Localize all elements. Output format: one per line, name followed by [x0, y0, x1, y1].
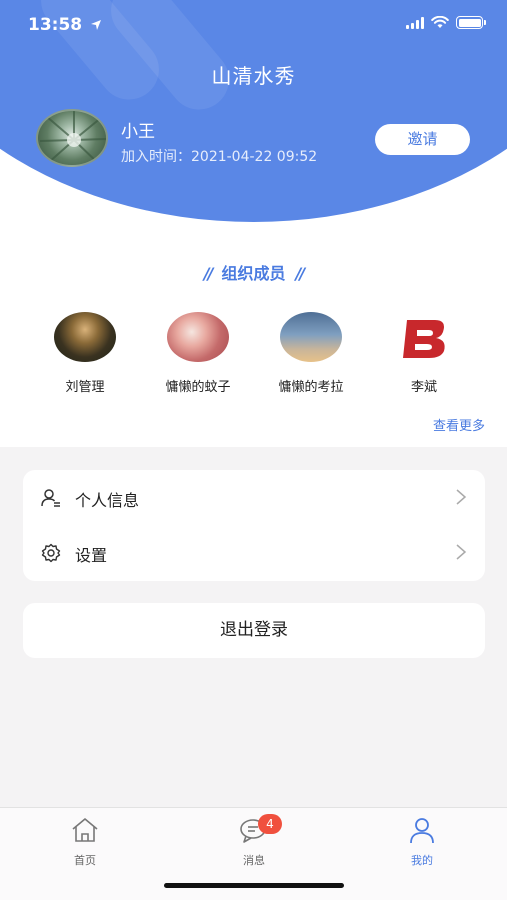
page-title: 山清水秀 — [211, 64, 296, 88]
member-item[interactable]: 慵懒的考拉 — [256, 312, 366, 395]
tab-label: 消息 — [243, 854, 265, 867]
menu-item-personal-info[interactable]: 个人信息 — [23, 470, 485, 525]
member-avatar — [54, 312, 116, 362]
tab-label: 我的 — [411, 854, 433, 867]
profile-name: 小王 — [121, 122, 155, 142]
wifi-icon — [431, 16, 449, 28]
battery-icon — [456, 16, 486, 29]
see-more-link[interactable]: 查看更多 — [433, 415, 485, 434]
invite-button[interactable]: 邀请 — [375, 124, 470, 155]
status-bar: 13:58 — [0, 0, 507, 52]
member-name: 慵懒的蚊子 — [165, 380, 231, 395]
location-arrow-icon — [91, 20, 102, 30]
member-item[interactable]: 刘管理 — [30, 312, 140, 395]
tab-label: 首页 — [74, 854, 96, 867]
menu-item-label: 个人信息 — [75, 491, 140, 510]
menu-item-settings[interactable]: 设置 — [23, 525, 485, 580]
slash-decoration-icon: // — [203, 264, 214, 283]
profile-avatar[interactable] — [36, 109, 108, 167]
member-avatar — [393, 312, 455, 362]
menu-card: 个人信息 设置 — [23, 470, 485, 581]
member-item[interactable]: 慵懒的蚊子 — [143, 312, 253, 395]
member-avatar — [167, 312, 229, 362]
status-time: 13:58 — [28, 15, 102, 35]
home-icon — [72, 818, 98, 842]
member-name: 慵懒的考拉 — [278, 380, 344, 395]
user-info-icon — [41, 489, 60, 507]
tab-home[interactable]: 首页 — [45, 816, 125, 868]
home-indicator — [164, 883, 344, 888]
profile-join-time: 加入时间：2021-04-22 09:52 — [121, 149, 318, 165]
member-avatar — [280, 312, 342, 362]
members-list: 刘管理 慵懒的蚊子 慵懒的考拉 李斌 — [0, 312, 507, 402]
member-name: 李斌 — [410, 380, 437, 395]
profile-icon — [410, 818, 434, 844]
brand-logo-icon — [403, 320, 445, 358]
tab-profile[interactable]: 我的 — [382, 816, 462, 868]
tab-messages[interactable]: 4 消息 — [214, 814, 294, 868]
member-item[interactable]: 李斌 — [369, 312, 479, 395]
menu-item-label: 设置 — [75, 546, 108, 565]
cellular-signal-icon — [406, 16, 424, 29]
chevron-right-icon — [456, 544, 467, 560]
members-section-title: //组织成员// — [203, 264, 306, 283]
unread-badge: 4 — [258, 814, 282, 834]
member-name: 刘管理 — [65, 380, 105, 395]
slash-decoration-icon: // — [295, 264, 306, 283]
chevron-right-icon — [456, 489, 467, 505]
logout-button[interactable]: 退出登录 — [23, 603, 485, 658]
gear-icon — [41, 543, 61, 563]
